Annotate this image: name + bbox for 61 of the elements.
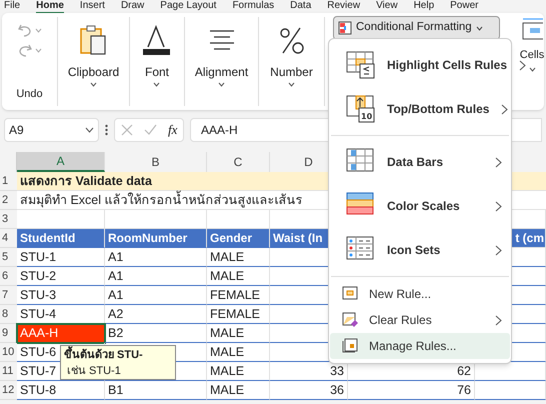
group-label: Undo — [16, 86, 43, 102]
insert-function-button[interactable]: fx — [168, 120, 178, 140]
row-number[interactable]: 5 — [0, 248, 17, 267]
table-cell: MALE — [207, 248, 270, 267]
ribbon-tab[interactable]: Page Layout — [160, 0, 216, 12]
ribbon-tab[interactable]: View — [376, 0, 398, 12]
table-cell: B2 — [105, 324, 207, 343]
menu-item[interactable]: Clear Rules — [330, 307, 510, 333]
table-cell: 76 — [348, 381, 475, 400]
group-button[interactable]: Clipboard — [68, 65, 120, 87]
group-button[interactable]: Cells — [520, 47, 544, 72]
table-cell: Gender — [207, 229, 270, 248]
ribbon-tab[interactable]: Data — [290, 0, 312, 12]
table-cell: B1 — [105, 381, 207, 400]
ribbon-tab[interactable]: Draw — [120, 0, 144, 12]
table-cell: STU-1 — [17, 248, 105, 267]
table-cell: MALE — [207, 362, 270, 381]
row-number[interactable]: 9 — [0, 324, 17, 343]
table-cell: A1 — [105, 286, 207, 305]
row-number[interactable]: 1 — [0, 172, 17, 191]
row-number[interactable]: 10 — [0, 343, 17, 362]
table-cell: MALE — [207, 267, 270, 286]
table-cell: A1 — [105, 267, 207, 286]
ribbon-tab[interactable]: Insert — [80, 0, 105, 12]
table-cell: FEMALE — [207, 305, 270, 324]
table-cell: STU-3 — [17, 286, 105, 305]
table-cell: MALE — [207, 381, 270, 400]
menu-item[interactable]: Highlight Cells Rules — [330, 43, 510, 87]
table-cell: MALE — [207, 324, 270, 343]
table-cell: STU-2 — [17, 267, 105, 286]
table-cell: RoomNumber — [105, 229, 207, 248]
row-number[interactable]: 4 — [0, 229, 17, 248]
ribbon-tab[interactable]: Formulas — [232, 0, 274, 12]
menu-item[interactable]: Manage Rules... — [330, 333, 510, 359]
table-cell: StudentId — [17, 229, 105, 248]
table-cell: A1 — [105, 248, 207, 267]
menu-item[interactable]: New Rule... — [330, 281, 510, 307]
ribbon-tab[interactable]: Power — [450, 0, 478, 12]
row-number[interactable]: 11 — [0, 362, 17, 381]
table-cell: FEMALE — [207, 286, 270, 305]
group-button[interactable]: Font — [144, 65, 169, 87]
row-number[interactable]: 12 — [0, 381, 17, 400]
name-box[interactable]: A9 — [4, 118, 99, 142]
menu-item[interactable]: 10 Top/Bottom Rules — [330, 87, 510, 131]
ribbon-tab[interactable]: Review — [327, 0, 360, 12]
table-cell: STU-8 — [17, 381, 105, 400]
conditional-formatting-button[interactable]: Conditional Formatting — [333, 16, 500, 40]
group-button[interactable]: Alignment — [194, 65, 248, 87]
column-header[interactable]: A — [17, 152, 105, 172]
row-number[interactable]: 7 — [0, 286, 17, 305]
row-number[interactable]: 2 — [0, 191, 17, 210]
table-cell: MALE — [207, 343, 270, 362]
table-cell: 36 — [270, 381, 348, 400]
row-number[interactable]: 3 — [0, 210, 17, 229]
ribbon-tab[interactable]: File — [4, 0, 20, 12]
row-number[interactable]: 8 — [0, 305, 17, 324]
table-cell: AAA-H — [17, 324, 105, 343]
group-button[interactable]: Number — [270, 65, 313, 87]
ribbon-tab[interactable]: Help — [414, 0, 434, 12]
table-cell: A2 — [105, 305, 207, 324]
row-number[interactable]: 6 — [0, 267, 17, 286]
